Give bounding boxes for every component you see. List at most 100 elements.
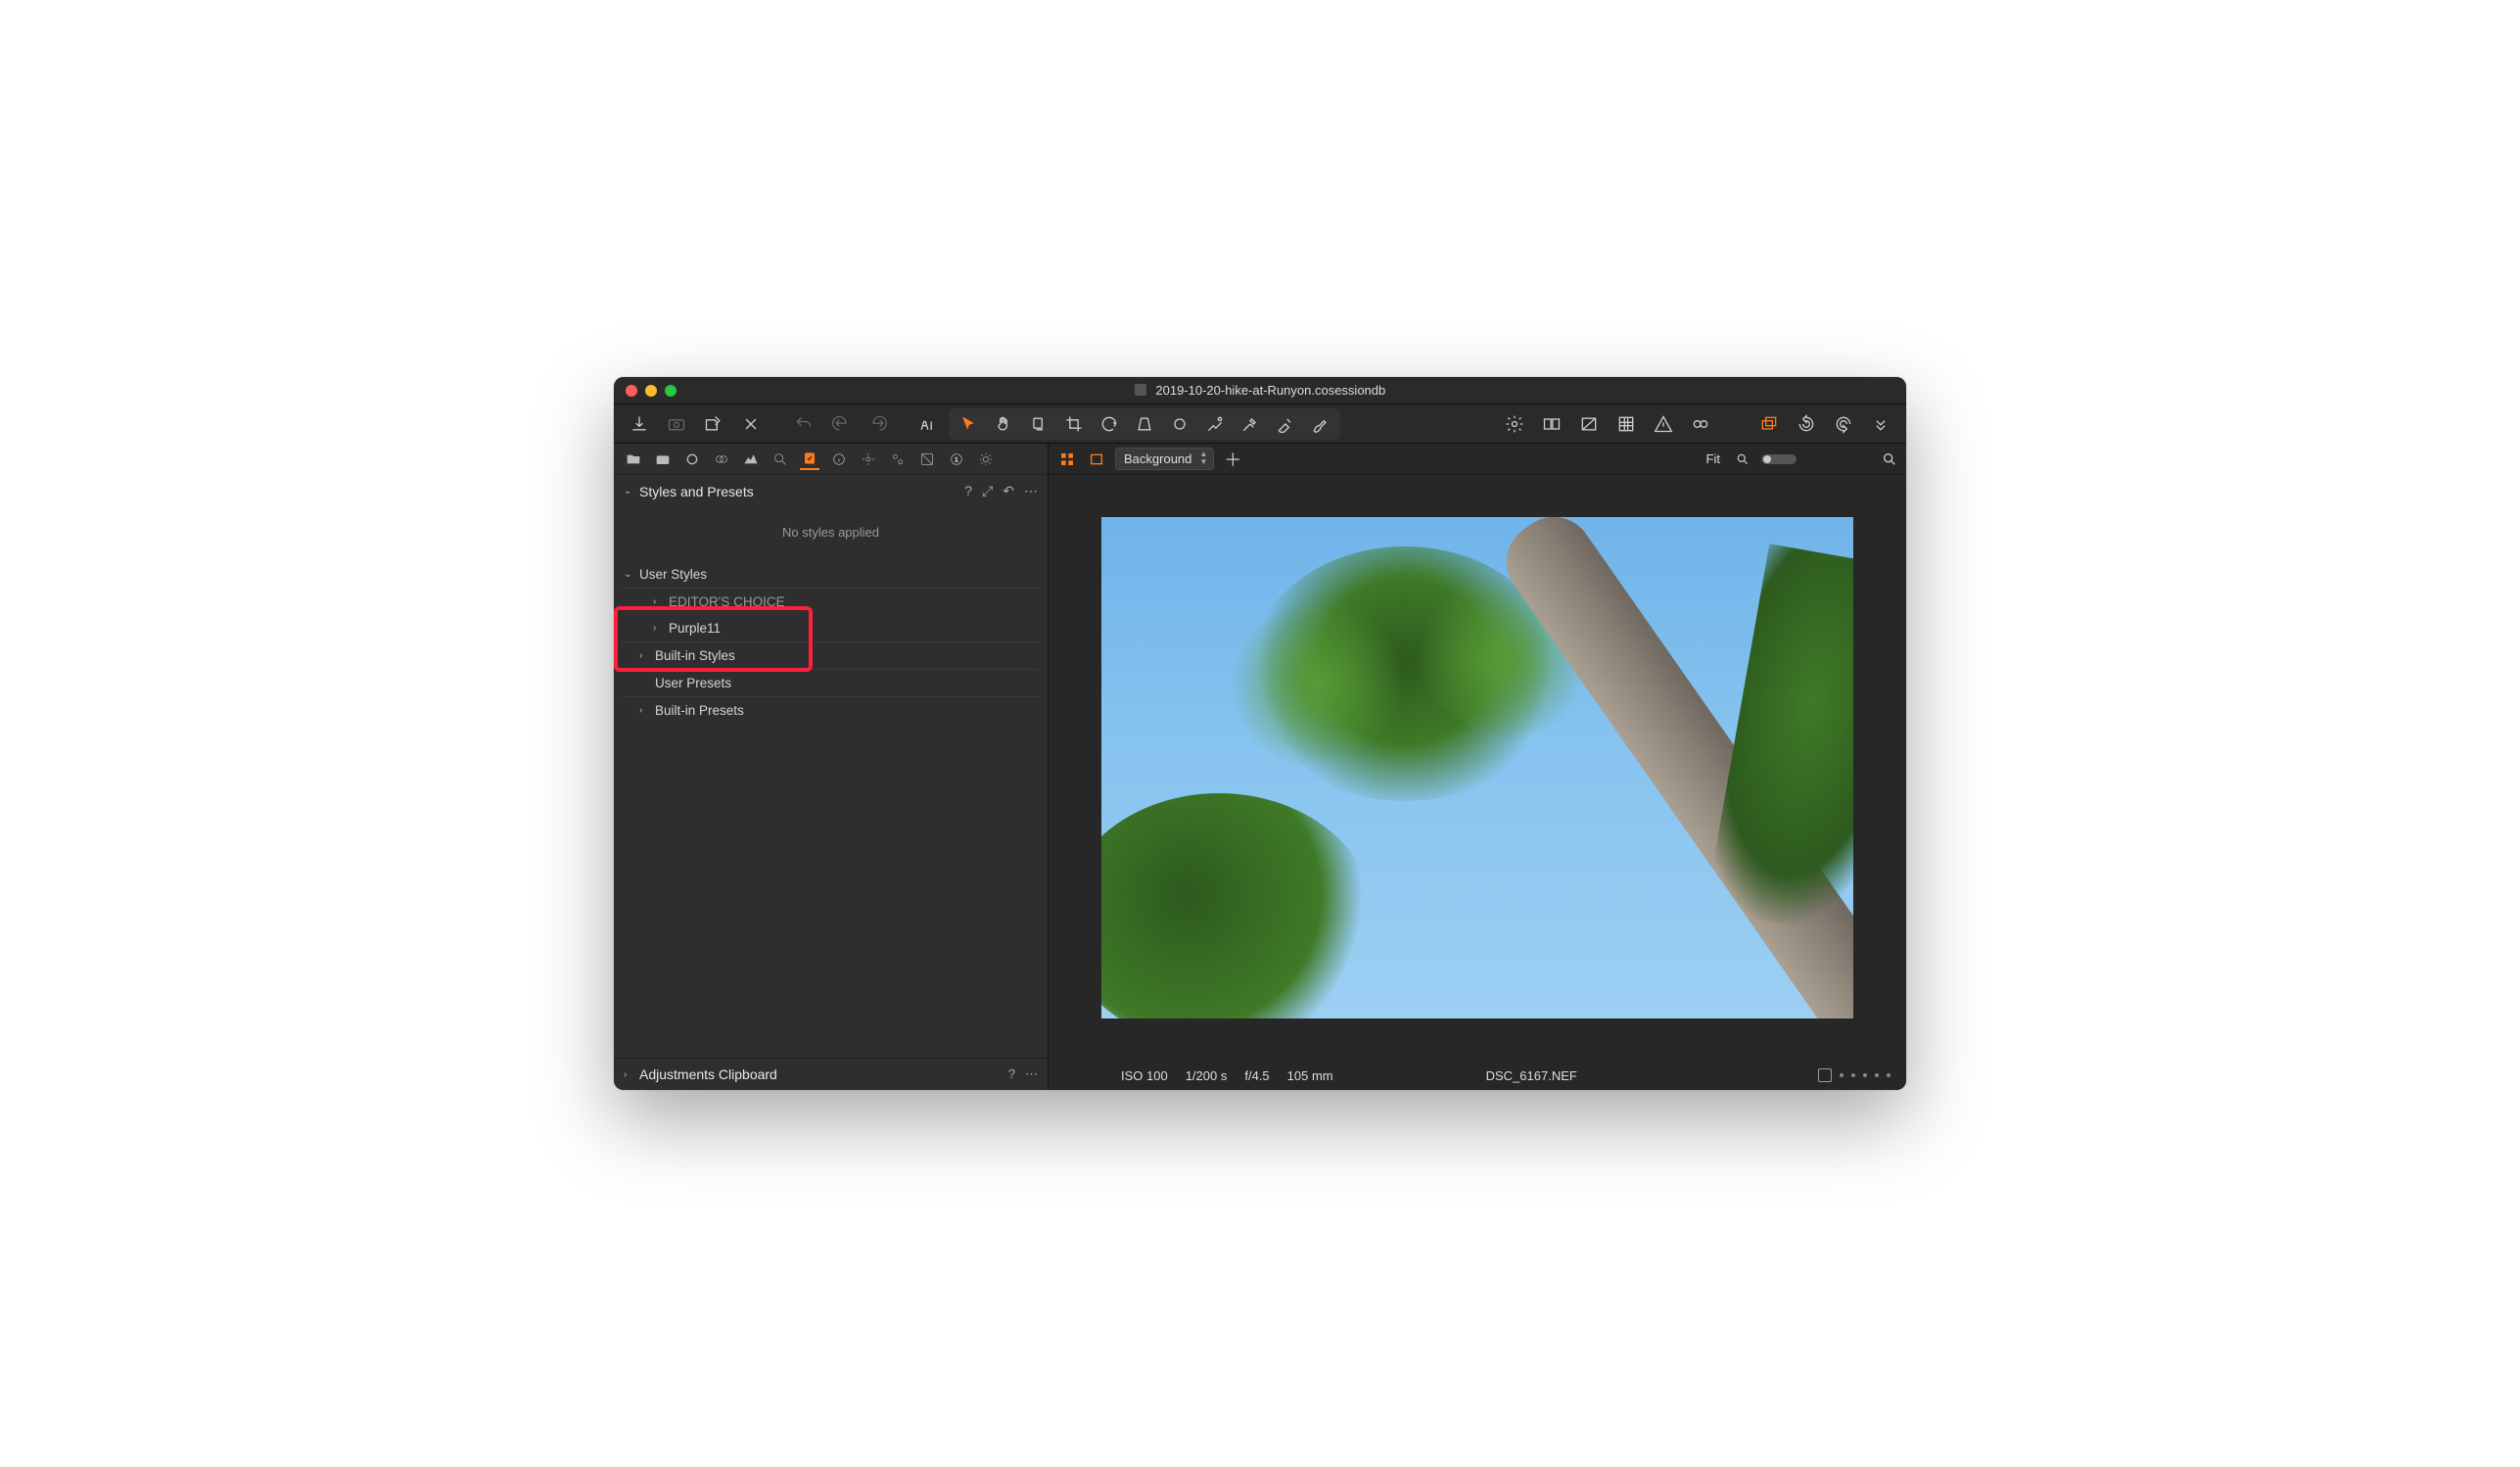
spot-tool-icon[interactable] xyxy=(1164,410,1195,438)
star-2[interactable] xyxy=(1851,1073,1855,1077)
meta-filename: DSC_6167.NEF xyxy=(1486,1068,1577,1083)
rotate-tool-icon[interactable] xyxy=(1094,410,1125,438)
picker-tool-icon[interactable] xyxy=(1235,410,1266,438)
star-5[interactable] xyxy=(1887,1073,1890,1077)
window-controls xyxy=(614,385,677,397)
tree-editors-choice[interactable]: › EDITOR'S CHOICE xyxy=(622,589,1040,615)
image-info-strip: ISO 100 1/200 s f/4.5 105 mm DSC_6167.NE… xyxy=(1049,1061,1906,1090)
app-window: 2019-10-20-hike-at-Runyon.cosessiondb xyxy=(614,377,1906,1090)
variants-icon[interactable] xyxy=(1753,410,1785,438)
styles-tree: ⌄ User Styles › EDITOR'S CHOICE › Purple… xyxy=(614,561,1048,724)
tab-info-icon[interactable] xyxy=(829,450,849,469)
fit-label[interactable]: Fit xyxy=(1706,451,1720,466)
single-view-icon[interactable] xyxy=(1086,449,1107,470)
reset-cw-icon[interactable] xyxy=(1828,410,1859,438)
panel-header: ⌄ Styles and Presets ? ⤢ ↶ ⋯ xyxy=(614,475,1048,507)
tab-histogram-icon[interactable] xyxy=(741,450,761,469)
heal-tool-icon[interactable] xyxy=(1199,410,1231,438)
viewer-panel: Background ▲▼ ＋ Fit xyxy=(1049,444,1906,1090)
focus-overlay-icon[interactable] xyxy=(1573,410,1605,438)
star-4[interactable] xyxy=(1875,1073,1879,1077)
chevron-right-icon: › xyxy=(639,650,649,661)
tree-label: Built-in Presets xyxy=(655,703,744,718)
help-icon[interactable]: ? xyxy=(964,483,972,499)
undo-icon[interactable] xyxy=(825,410,857,438)
overflow-icon[interactable] xyxy=(1865,410,1896,438)
zoom-out-icon[interactable] xyxy=(1732,449,1753,470)
search-icon[interactable] xyxy=(1881,450,1898,468)
chevron-updown-icon: ▲▼ xyxy=(1199,450,1207,466)
annotation-icon[interactable] xyxy=(911,410,943,438)
tree-builtin-presets[interactable]: › Built-in Presets xyxy=(622,697,1040,724)
adjustments-clipboard-header[interactable]: › Adjustments Clipboard ? ⋯ xyxy=(614,1058,1048,1090)
reset-ccw-icon[interactable] xyxy=(1791,410,1822,438)
crop-tool-icon[interactable] xyxy=(1058,410,1090,438)
tab-sun-icon[interactable] xyxy=(976,450,996,469)
minimize-window[interactable] xyxy=(645,385,657,397)
undo-curve-icon[interactable] xyxy=(788,410,819,438)
tab-color-icon[interactable] xyxy=(712,450,731,469)
empty-state: No styles applied xyxy=(614,507,1048,561)
tab-channel-icon[interactable]: 1 xyxy=(947,450,966,469)
body: 1 ⌄ Styles and Presets ? ⤢ ↶ ⋯ No styles… xyxy=(614,444,1906,1090)
warning-icon[interactable] xyxy=(1648,410,1679,438)
window-title: 2019-10-20-hike-at-Runyon.cosessiondb xyxy=(614,383,1906,398)
background-select[interactable]: Background ▲▼ xyxy=(1115,448,1214,470)
tab-search-icon[interactable] xyxy=(770,450,790,469)
tab-gears-icon[interactable] xyxy=(888,450,908,469)
help-icon[interactable]: ? xyxy=(1008,1066,1015,1082)
chevron-right-icon: › xyxy=(624,1069,633,1080)
more-icon[interactable]: ⋯ xyxy=(1024,483,1038,499)
close-window[interactable] xyxy=(626,385,637,397)
tree-purple11[interactable]: › Purple11 xyxy=(622,615,1040,642)
compare-icon[interactable] xyxy=(1536,410,1567,438)
chevron-down-icon[interactable]: ⌄ xyxy=(624,486,633,497)
tab-library-icon[interactable] xyxy=(624,450,643,469)
camera-icon[interactable] xyxy=(661,410,692,438)
add-icon[interactable]: ＋ xyxy=(1222,449,1243,470)
redo-icon[interactable] xyxy=(863,410,894,438)
tab-styles-icon[interactable] xyxy=(800,450,819,470)
meta-iso: ISO 100 xyxy=(1121,1068,1168,1083)
grid-view-icon[interactable] xyxy=(1056,449,1078,470)
tab-capture-icon[interactable] xyxy=(653,450,673,469)
star-1[interactable] xyxy=(1840,1073,1843,1077)
keystone-tool-icon[interactable] xyxy=(1129,410,1160,438)
panel-title: Styles and Presets xyxy=(639,484,958,499)
chevron-down-icon: ⌄ xyxy=(624,569,633,580)
export-icon[interactable] xyxy=(698,410,729,438)
more-icon[interactable]: ⋯ xyxy=(1025,1066,1038,1082)
close-icon[interactable] xyxy=(735,410,767,438)
titlebar: 2019-10-20-hike-at-Runyon.cosessiondb xyxy=(614,377,1906,404)
tree-user-styles[interactable]: ⌄ User Styles xyxy=(622,561,1040,589)
reset-icon[interactable]: ↶ xyxy=(1003,483,1014,499)
gear-icon[interactable] xyxy=(1499,410,1530,438)
image-viewport[interactable] xyxy=(1049,475,1906,1061)
preview-image xyxy=(1101,517,1853,1018)
tab-lens-icon[interactable] xyxy=(682,450,702,469)
brush-tool-icon[interactable] xyxy=(1305,410,1336,438)
erase-tool-icon[interactable] xyxy=(1270,410,1301,438)
mask-tool-icon[interactable] xyxy=(1023,410,1054,438)
tree-user-presets[interactable]: › User Presets xyxy=(622,670,1040,697)
hand-tool-icon[interactable] xyxy=(988,410,1019,438)
color-tag[interactable] xyxy=(1818,1068,1832,1082)
zoom-slider[interactable] xyxy=(1761,454,1797,464)
tree-label: Purple11 xyxy=(669,621,721,636)
star-3[interactable] xyxy=(1863,1073,1867,1077)
chevron-right-icon: › xyxy=(639,705,649,716)
grid-icon[interactable] xyxy=(1610,410,1642,438)
tree-label: EDITOR'S CHOICE xyxy=(669,594,785,609)
import-icon[interactable] xyxy=(624,410,655,438)
zoom-window[interactable] xyxy=(665,385,677,397)
proof-icon[interactable] xyxy=(1685,410,1716,438)
rating-controls[interactable] xyxy=(1818,1068,1890,1082)
main-toolbar xyxy=(614,404,1906,444)
cursor-tool-icon[interactable] xyxy=(953,410,984,438)
expand-icon[interactable]: ⤢ xyxy=(982,483,993,499)
tab-adjust-icon[interactable] xyxy=(859,450,878,469)
tool-tabs: 1 xyxy=(614,444,1048,475)
tab-exposure-icon[interactable] xyxy=(917,450,937,469)
tree-builtin-styles[interactable]: › Built-in Styles xyxy=(622,642,1040,670)
meta-shutter: 1/200 s xyxy=(1186,1068,1228,1083)
